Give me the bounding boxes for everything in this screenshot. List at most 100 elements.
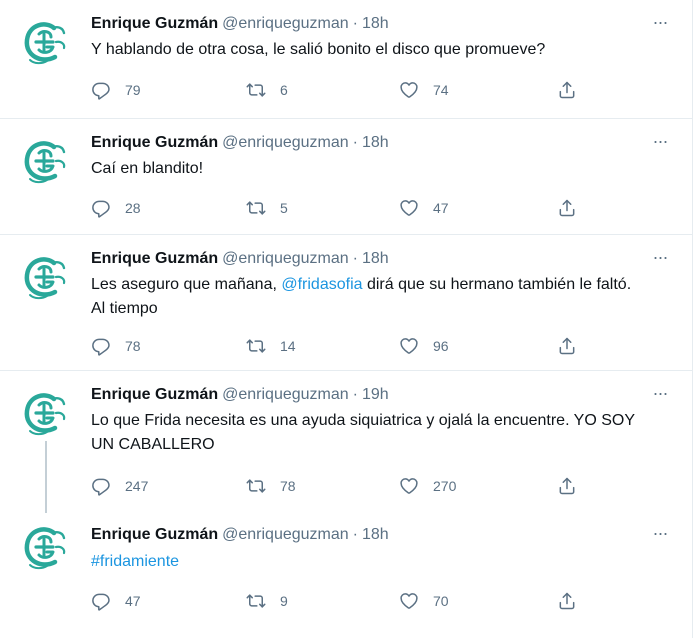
action-bar: 79 6 74	[91, 78, 591, 102]
like-button[interactable]: 96	[399, 334, 449, 358]
retweet-button[interactable]: 5	[246, 196, 288, 220]
tweet[interactable]: Enrique Guzmán @enriqueguzman · 19h ··· Lo …	[0, 371, 693, 513]
author-name[interactable]: Enrique Guzmán	[91, 15, 218, 32]
retweet-button[interactable]: 78	[246, 474, 296, 498]
hashtag-link[interactable]: #fridamiente	[91, 553, 179, 570]
reply-count: 28	[125, 200, 141, 216]
like-button[interactable]: 270	[399, 474, 456, 498]
like-count: 47	[433, 200, 449, 216]
reply-button[interactable]: 78	[91, 334, 141, 358]
heart-icon	[399, 476, 419, 496]
more-icon[interactable]: ···	[650, 383, 670, 407]
tweet-text-line: Lo que Frida necesita es una ayuda siqui…	[91, 412, 636, 429]
thread-connector-line	[45, 441, 47, 513]
author-handle[interactable]: @enriqueguzman	[222, 386, 349, 403]
like-button[interactable]: 74	[399, 78, 449, 102]
action-bar: 247 78 270	[91, 474, 591, 498]
action-bar: 28 5 47	[91, 196, 591, 220]
tweet[interactable]: Enrique Guzmán @enriqueguzman · 18h ··· Les…	[0, 235, 693, 371]
avatar[interactable]	[20, 135, 72, 187]
share-icon	[557, 591, 577, 611]
author-handle[interactable]: @enriqueguzman	[222, 250, 349, 267]
timestamp[interactable]: 18h	[362, 250, 389, 267]
reply-icon	[91, 336, 111, 356]
tweet[interactable]: Enrique Guzmán @enriqueguzman · 18h ··· Y h…	[0, 0, 693, 119]
author-handle[interactable]: @enriqueguzman	[222, 526, 349, 543]
more-icon[interactable]: ···	[650, 131, 670, 155]
timestamp[interactable]: 18h	[362, 526, 389, 543]
tweet-text-line: Les aseguro que mañana, @fridasofia dirá…	[91, 273, 668, 297]
avatar[interactable]	[20, 251, 72, 303]
author-name[interactable]: Enrique Guzmán	[91, 526, 218, 543]
share-button[interactable]	[557, 78, 577, 102]
eg-monogram-logo	[20, 251, 72, 303]
retweet-button[interactable]: 9	[246, 589, 288, 613]
avatar[interactable]	[20, 387, 72, 439]
action-bar: 47 9 70	[91, 589, 591, 613]
avatar[interactable]	[20, 16, 72, 68]
reply-button[interactable]: 47	[91, 589, 141, 613]
timestamp[interactable]: 19h	[362, 386, 389, 403]
heart-icon	[399, 198, 419, 218]
author-name[interactable]: Enrique Guzmán	[91, 386, 218, 403]
reply-count: 78	[125, 338, 141, 354]
separator-dot: ·	[352, 526, 358, 543]
reply-icon	[91, 80, 111, 100]
tweet-text-segment: dirá que su hermano también le faltó.	[362, 276, 632, 293]
more-icon[interactable]: ···	[650, 12, 670, 36]
share-icon	[557, 198, 577, 218]
tweet-text: Lo que Frida necesita es una ayuda siqui…	[91, 409, 668, 457]
share-icon	[557, 476, 577, 496]
reply-icon	[91, 591, 111, 611]
reply-button[interactable]: 79	[91, 78, 141, 102]
mention-link[interactable]: @fridasofia	[281, 276, 362, 293]
share-icon	[557, 80, 577, 100]
tweet[interactable]: Enrique Guzmán @enriqueguzman · 18h ··· Caí…	[0, 119, 693, 235]
tweet-header: Enrique Guzmán @enriqueguzman · 18h	[91, 12, 672, 36]
like-count: 270	[433, 478, 457, 494]
share-button[interactable]	[557, 474, 577, 498]
more-icon[interactable]: ···	[650, 247, 670, 271]
reply-button[interactable]: 28	[91, 196, 141, 220]
retweet-count: 6	[280, 82, 288, 98]
tweet-header: Enrique Guzmán @enriqueguzman · 18h	[91, 131, 672, 155]
separator-dot: ·	[352, 250, 358, 267]
tweet-header: Enrique Guzmán @enriqueguzman · 18h	[91, 247, 672, 271]
retweet-icon	[246, 336, 266, 356]
tweet-text-line: Al tiempo	[91, 300, 158, 317]
timestamp[interactable]: 18h	[362, 15, 389, 32]
like-button[interactable]: 70	[399, 589, 449, 613]
tweet[interactable]: Enrique Guzmán @enriqueguzman · 18h ··· #fr…	[0, 511, 693, 638]
tweet-text: Les aseguro que mañana, @fridasofia dirá…	[91, 273, 668, 321]
eg-monogram-logo	[20, 387, 72, 439]
share-button[interactable]	[557, 334, 577, 358]
like-count: 96	[433, 338, 449, 354]
author-name[interactable]: Enrique Guzmán	[91, 134, 218, 151]
like-button[interactable]: 47	[399, 196, 449, 220]
author-handle[interactable]: @enriqueguzman	[222, 15, 349, 32]
author-name[interactable]: Enrique Guzmán	[91, 250, 218, 267]
retweet-button[interactable]: 6	[246, 78, 288, 102]
author-handle[interactable]: @enriqueguzman	[222, 134, 349, 151]
avatar[interactable]	[20, 521, 72, 573]
more-icon[interactable]: ···	[650, 523, 670, 547]
share-button[interactable]	[557, 589, 577, 613]
share-button[interactable]	[557, 196, 577, 220]
reply-button[interactable]: 247	[91, 474, 148, 498]
separator-dot: ·	[352, 134, 358, 151]
retweet-icon	[246, 591, 266, 611]
tweet-text: #fridamiente	[91, 550, 668, 574]
retweet-count: 78	[280, 478, 296, 494]
eg-monogram-logo	[20, 521, 72, 573]
retweet-count: 5	[280, 200, 288, 216]
timestamp[interactable]: 18h	[362, 134, 389, 151]
tweet-text: Y hablando de otra cosa, le salió bonito…	[91, 38, 668, 62]
retweet-button[interactable]: 14	[246, 334, 296, 358]
action-bar: 78 14 96	[91, 334, 591, 358]
retweet-icon	[246, 198, 266, 218]
retweet-icon	[246, 476, 266, 496]
share-icon	[557, 336, 577, 356]
retweet-icon	[246, 80, 266, 100]
eg-monogram-logo	[20, 16, 72, 68]
like-count: 70	[433, 593, 449, 609]
